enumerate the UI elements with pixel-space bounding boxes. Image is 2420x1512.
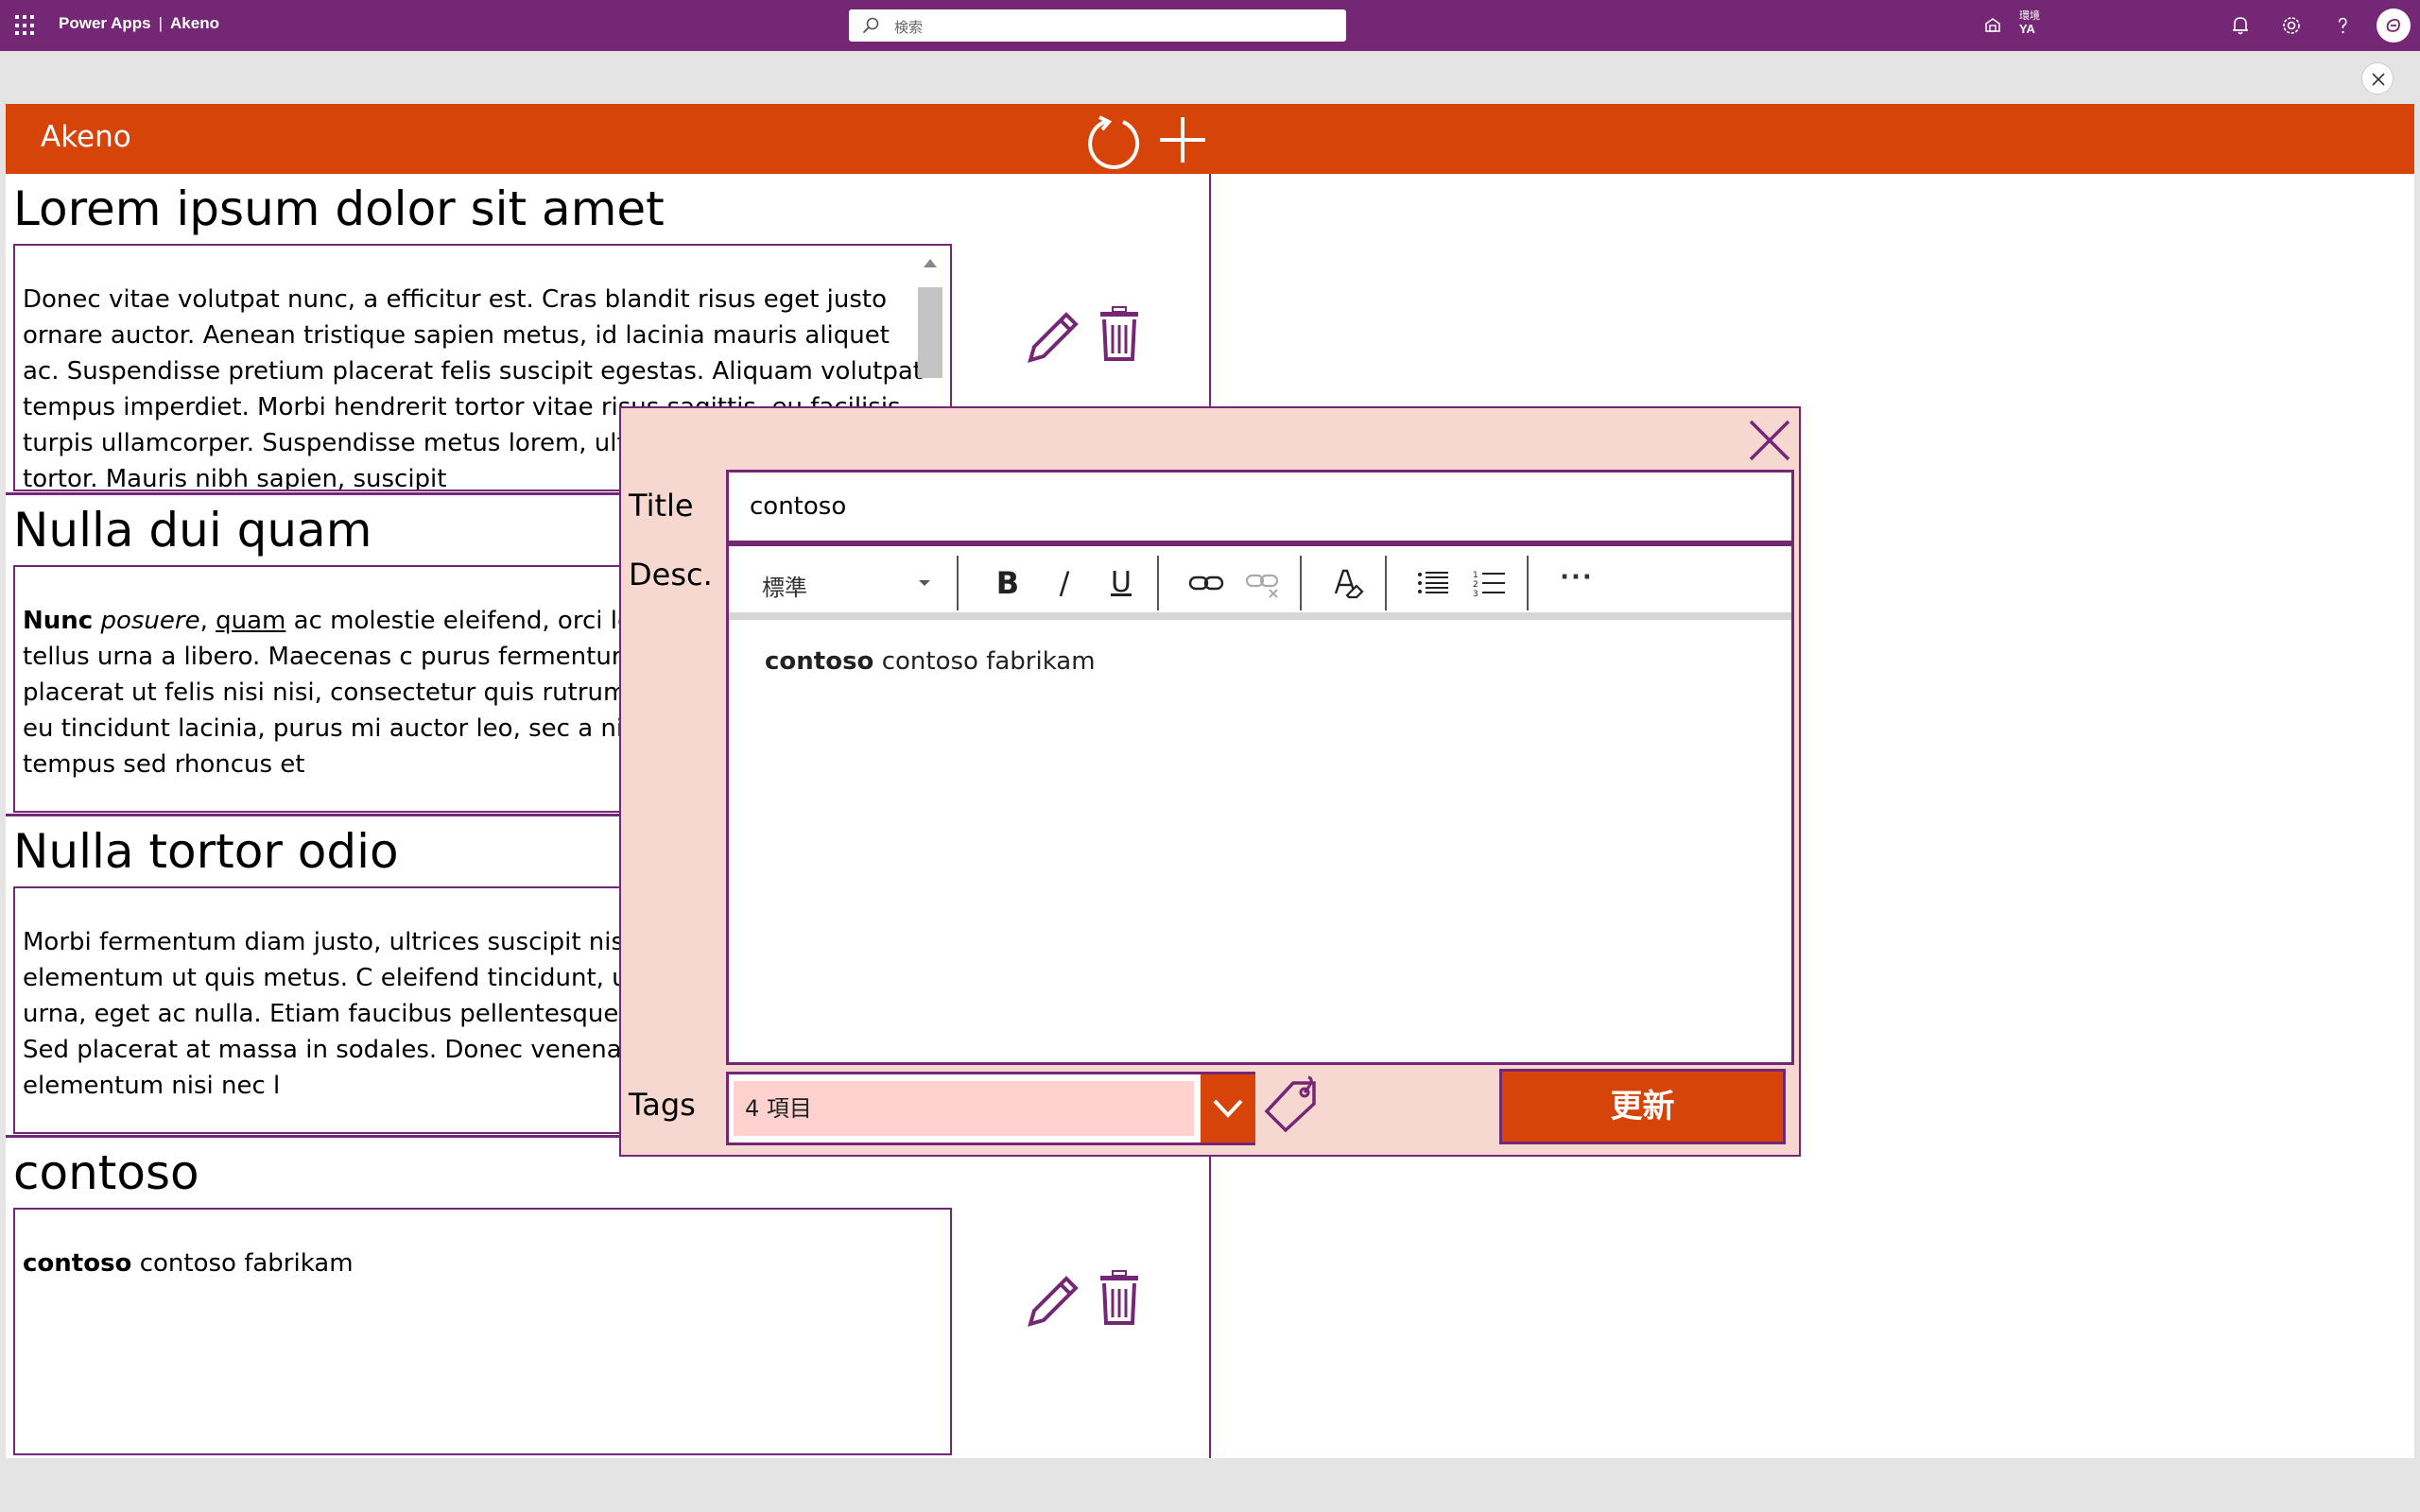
app-header-bar: Akeno [6, 104, 2414, 174]
item-description-text: contoso contoso fabrikam [23, 1246, 925, 1281]
close-dialog-icon[interactable] [1747, 418, 1792, 463]
more-options-button[interactable]: ··· [1557, 563, 1597, 603]
svg-text:2: 2 [1473, 580, 1478, 590]
svg-text:3: 3 [1473, 590, 1478, 599]
environment-icon [1985, 18, 2000, 32]
app-launcher-icon[interactable] [15, 15, 36, 36]
bold-text: contoso [765, 647, 874, 676]
paragraph-style-select[interactable]: 標準 [762, 567, 932, 601]
toolbar-separator [1527, 556, 1529, 610]
chevron-down-icon [1213, 1099, 1243, 1118]
tags-selected-value[interactable]: 4 項目 [734, 1081, 1194, 1136]
italic-button[interactable]: / [1045, 563, 1084, 603]
rich-text-editor[interactable]: 標準 B / U 1 2 3 ··· contoso contoso fabri… [726, 543, 1794, 1065]
caret-down-icon [919, 580, 930, 586]
link-icon[interactable] [1186, 563, 1226, 603]
bold-text: Nunc [23, 607, 94, 635]
copilot-icon [2386, 18, 2400, 32]
plain-text: contoso fabrikam [139, 1249, 354, 1278]
italic-text: posuere [100, 607, 200, 635]
environment-label: 環境 [2019, 9, 2040, 22]
item-description: contoso contoso fabrikam [13, 1208, 952, 1455]
product-name[interactable]: Power Apps [59, 14, 151, 32]
environment-name: YA [2019, 22, 2035, 36]
close-app-button[interactable] [2361, 62, 2394, 94]
underline-button[interactable]: U [1101, 563, 1141, 603]
bold-button[interactable]: B [988, 563, 1028, 603]
underlined-text: quam [216, 607, 286, 635]
power-apps-header: Power Apps | Akeno 検索 環境 YA [0, 0, 2420, 51]
svg-text:1: 1 [1473, 571, 1478, 580]
brand-separator: | [158, 14, 164, 32]
search-placeholder: 検索 [894, 19, 924, 36]
search-icon [862, 17, 879, 34]
edit-pencil-icon[interactable] [1025, 309, 1081, 366]
edit-pencil-icon[interactable] [1025, 1273, 1081, 1330]
title-label: Title [629, 488, 694, 524]
tags-combobox[interactable]: 4 項目 [726, 1072, 1255, 1145]
app-header-title: Akeno [41, 120, 131, 154]
brand: Power Apps | Akeno [59, 14, 219, 33]
item-title: Lorem ipsum dolor sit amet [13, 181, 665, 236]
bell-icon[interactable] [2229, 14, 2252, 37]
item-title: Nulla tortor odio [13, 824, 399, 879]
comma-text: , [199, 607, 208, 635]
toolbar-separator [1157, 556, 1159, 610]
search-box[interactable]: 検索 [849, 9, 1346, 42]
rich-text-toolbar: 標準 B / U 1 2 3 ··· [729, 546, 1791, 620]
toolbar-separator [1300, 556, 1302, 610]
scroll-up-arrow-icon[interactable] [924, 259, 937, 267]
gear-icon[interactable] [2280, 14, 2303, 37]
running-app-name: Akeno [170, 14, 219, 32]
title-input[interactable] [726, 470, 1794, 543]
avatar[interactable] [2377, 9, 2411, 43]
delete-trash-icon[interactable] [1098, 1270, 1140, 1325]
environment-picker[interactable]: 環境 YA [1983, 6, 2087, 45]
update-button[interactable]: 更新 [1499, 1069, 1786, 1144]
add-icon[interactable] [1156, 113, 1209, 166]
gallery-item: contoso contoso contoso fabrikam [6, 1138, 1209, 1458]
refresh-icon[interactable] [1086, 113, 1143, 170]
bold-text: contoso [23, 1249, 132, 1278]
tag-icon[interactable] [1261, 1075, 1322, 1136]
description-label: Desc. [629, 557, 713, 593]
unlink-icon[interactable] [1243, 563, 1283, 603]
bulleted-list-icon[interactable] [1413, 563, 1453, 603]
numbered-list-icon[interactable]: 1 2 3 [1470, 563, 1510, 603]
tags-label: Tags [629, 1087, 696, 1123]
tags-dropdown-button[interactable] [1201, 1074, 1255, 1143]
scroll-thumb[interactable] [918, 287, 942, 378]
item-title: Nulla dui quam [13, 503, 372, 558]
help-icon[interactable] [2331, 14, 2354, 37]
toolbar-separator [1385, 556, 1387, 610]
toolbar-separator [957, 556, 959, 610]
rich-text-content[interactable]: contoso contoso fabrikam [765, 647, 1096, 676]
close-icon [2372, 73, 2385, 86]
clear-formatting-icon[interactable] [1328, 563, 1368, 603]
paragraph-style-value: 標準 [762, 575, 807, 601]
edit-dialog: Title Desc. 標準 B / U [619, 406, 1801, 1157]
delete-trash-icon[interactable] [1098, 306, 1140, 361]
plain-text: contoso fabrikam [881, 647, 1096, 676]
item-title: contoso [13, 1145, 199, 1200]
